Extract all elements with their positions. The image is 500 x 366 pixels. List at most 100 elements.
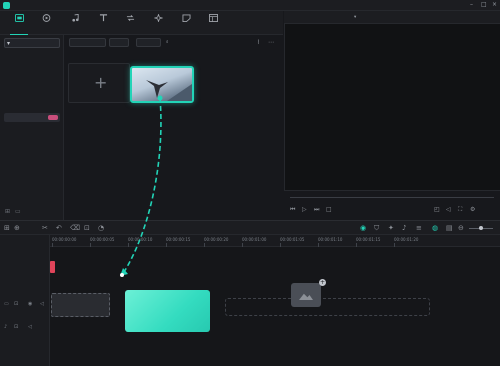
chevron-down-icon: ▾ [7, 40, 11, 47]
tab-audio[interactable] [62, 13, 88, 33]
step-back-icon[interactable]: ⏮ [290, 206, 295, 214]
app-logo-icon [3, 2, 10, 9]
new-badge [48, 115, 58, 120]
tab-media[interactable] [6, 13, 32, 35]
ruler-tick-label: 00:00:00:15 [166, 237, 191, 242]
undo-icon[interactable]: ↶ [56, 224, 62, 232]
image-placeholder-icon [291, 283, 321, 307]
speed-icon[interactable]: ◔ [98, 224, 104, 232]
ruler-tick-label: 00:00:00:05 [90, 237, 115, 242]
ruler-tick-label: 00:00:01:20 [394, 237, 419, 242]
snap-icon[interactable]: ◉ [360, 224, 366, 232]
ruler-tick-label: 00:00:00:20 [204, 237, 229, 242]
tab-stock-media[interactable] [33, 13, 59, 33]
track-headers: ▭ ⊡ ◉ ◁ ♪ ⊡ ◁ [0, 235, 50, 366]
snapshot-icon[interactable]: ◰ [434, 206, 440, 213]
timeline-toolbar: ⊞ ⊕ ✂ ↶ ⌫ ⊡ ◔ ◉ ⛉ ✦ ♪ ≡ ◍ ▤ ⊖ [0, 220, 500, 235]
minimize-icon[interactable]: – [470, 1, 473, 8]
zoom-out-icon[interactable]: ⊖ [458, 224, 464, 232]
top-toolbar [0, 11, 283, 35]
ai-cut-icon[interactable]: ✦ [388, 224, 394, 232]
tab-transitions[interactable] [117, 13, 143, 33]
tab-templates[interactable] [200, 13, 226, 33]
maximize-icon[interactable]: □ [481, 1, 487, 8]
split-icon[interactable]: ✂ [42, 224, 48, 232]
media-icon [14, 14, 24, 22]
media-library: ⌕ ⌇ ⋯ + [64, 35, 283, 220]
eye-icon[interactable]: ◉ [28, 301, 32, 307]
ruler-tick-label: 00:00:01:05 [280, 237, 305, 242]
lock-icon[interactable]: ⊡ [14, 301, 18, 307]
ruler-tick-label: 00:00:00:10 [128, 237, 153, 242]
tutorial-tooltip[interactable] [125, 290, 210, 332]
preview-panel [284, 11, 500, 220]
settings-icon[interactable]: ⚙ [470, 206, 475, 213]
stop-icon[interactable]: □ [326, 206, 332, 213]
sidebar-item-global-media[interactable] [4, 82, 60, 91]
playback-scrubber[interactable] [290, 197, 494, 198]
tab-stickers[interactable] [173, 13, 199, 33]
templates-icon [208, 14, 218, 22]
ruler-tick-label: 00:00:01:00 [242, 237, 267, 242]
zoom-slider[interactable] [469, 226, 493, 230]
tab-titles[interactable] [90, 13, 116, 33]
close-icon[interactable]: × [492, 1, 497, 8]
add-icon: + [319, 279, 326, 286]
playhead[interactable] [50, 247, 55, 273]
playhead-handle[interactable] [50, 261, 55, 273]
import-dropdown[interactable] [109, 38, 129, 47]
sidebar-item-folder[interactable] [4, 54, 60, 63]
folder-icon[interactable]: ▭ [15, 208, 21, 215]
layout-icon[interactable]: ⊞ [4, 224, 10, 232]
grid-view-icon[interactable]: ⋯ [268, 39, 274, 46]
filter-all-media[interactable] [69, 38, 106, 47]
mic-icon[interactable]: ♪ [402, 224, 406, 232]
crop-icon[interactable]: ⊡ [84, 224, 90, 232]
add-track-icon[interactable]: ⊕ [14, 224, 20, 232]
plus-icon: + [94, 73, 108, 92]
titles-icon [99, 14, 107, 22]
sidebar-item-cloud-media[interactable] [4, 96, 60, 105]
mute-icon[interactable]: ◁ [28, 324, 32, 330]
ruler-tick-label: 00:00:00:00 [52, 237, 77, 242]
media-search-input[interactable]: ⌕ [166, 38, 226, 47]
media-sidebar: ▾ ⊞ ▭ [0, 35, 64, 220]
volume-icon[interactable]: ◁ [446, 206, 451, 213]
marker-icon[interactable]: ⛉ [374, 224, 379, 233]
empty-timeline-drop-area[interactable] [225, 298, 430, 316]
ruler-tick-label: 00:00:01:15 [356, 237, 381, 242]
magnet-icon[interactable]: ◍ [432, 224, 438, 232]
delete-icon[interactable]: ⌫ [70, 224, 80, 232]
lock-icon-2[interactable]: ⊡ [14, 324, 18, 330]
clip-drop-target[interactable] [51, 293, 110, 317]
title-bar: – □ × [0, 0, 500, 11]
stickers-icon [182, 14, 190, 22]
step-forward-icon[interactable]: ⏭ [314, 206, 319, 214]
audio-track-icon: ♪ [4, 324, 8, 330]
sidebar-item-influence-kit[interactable] [4, 113, 60, 122]
search-icon: ⌕ [166, 40, 169, 45]
new-folder-icon[interactable]: ⊞ [5, 208, 10, 215]
audio-toggle-icon[interactable]: ◁ [40, 301, 44, 307]
dragged-media-thumbnail[interactable] [130, 66, 194, 103]
play-icon[interactable]: ▷ [302, 206, 307, 213]
video-track-icon: ▭ [4, 301, 9, 307]
sort-dropdown[interactable] [136, 38, 161, 47]
stock-media-icon [42, 14, 50, 22]
effects-icon [153, 14, 163, 22]
audio-icon [71, 14, 79, 22]
playback-controls: ⏮ ▷ ⏭ □ ◰ ◁ ⛶ ⚙ [284, 190, 500, 220]
sidebar-item-shared-media[interactable] [4, 68, 60, 77]
tab-effects[interactable] [145, 13, 171, 33]
filter-icon[interactable]: ⌇ [257, 39, 260, 46]
fullscreen-icon[interactable]: ⛶ [458, 206, 462, 214]
ruler-tick-label: 00:00:01:10 [318, 237, 343, 242]
preview-tabs: ▾ [284, 11, 500, 24]
timeline-ruler[interactable]: 00:00:00:00 00:00:00:05 00:00:00:10 00:0… [50, 235, 500, 247]
bird-image-icon [146, 80, 192, 101]
import-media-tile[interactable]: + [68, 63, 130, 103]
render-icon[interactable]: ▤ [446, 224, 453, 232]
audio-mix-icon[interactable]: ≡ [416, 224, 422, 232]
project-media-button[interactable]: ▾ [4, 38, 60, 48]
chevron-down-icon[interactable]: ▾ [354, 15, 356, 20]
